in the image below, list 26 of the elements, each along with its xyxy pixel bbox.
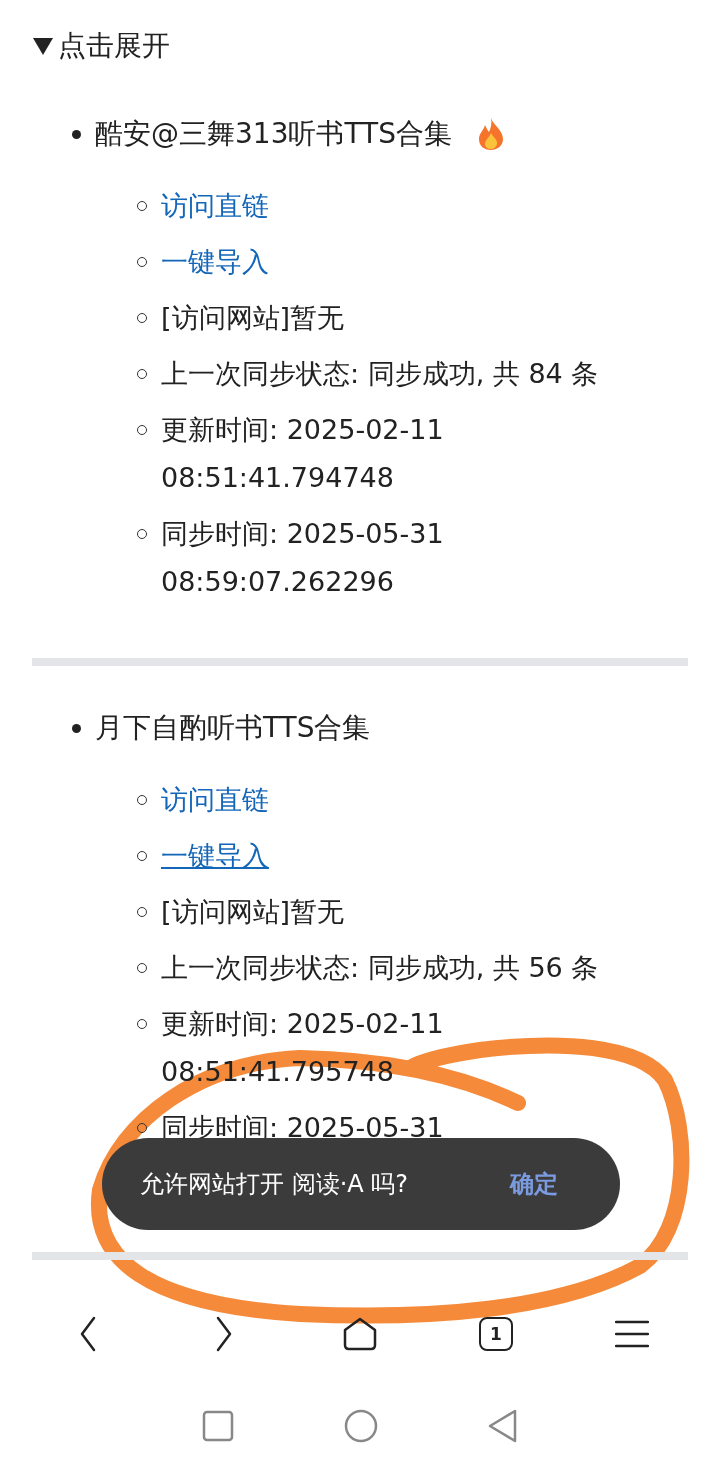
bullet-icon <box>72 723 81 733</box>
link[interactable]: 访问直链 <box>161 182 269 230</box>
toast-message: 允许网站打开 阅读·A 吗? <box>140 1169 409 1200</box>
info-text: 上一次同步状态: 同步成功, 共 84 条 <box>161 357 599 391</box>
bullet-icon <box>72 129 81 139</box>
recent-apps-icon[interactable] <box>202 1410 234 1442</box>
back-nav-icon[interactable] <box>488 1409 518 1443</box>
collection-title: 月下自酌听书TTS合集 <box>95 710 371 746</box>
info-text: [访问网站]暂无 <box>161 301 345 335</box>
back-icon[interactable] <box>78 1316 98 1352</box>
info-text: 上一次同步状态: 同步成功, 共 56 条 <box>161 951 599 985</box>
home-nav-icon[interactable] <box>344 1409 378 1443</box>
link[interactable]: 一键导入 <box>161 832 269 880</box>
link[interactable]: 一键导入 <box>161 238 269 286</box>
timestamp-text: 同步时间: 2025-05-31 08:59:07.262296 <box>161 517 445 599</box>
info-text: [访问网站]暂无 <box>161 895 345 929</box>
collection-title: 酷安@三舞313听书TTS合集 <box>95 116 452 152</box>
expanded-triangle-icon[interactable] <box>32 36 54 56</box>
forward-icon[interactable] <box>214 1316 234 1352</box>
timestamp-text: 更新时间: 2025-02-11 08:51:41.794748 <box>161 413 445 495</box>
summary-text[interactable]: 点击展开 <box>58 20 170 72</box>
confirm-button[interactable]: 确定 <box>510 1168 558 1200</box>
link[interactable]: 访问直链 <box>161 776 269 824</box>
menu-icon[interactable] <box>615 1319 649 1349</box>
tab-count-button[interactable]: 1 <box>479 1317 513 1351</box>
home-icon[interactable] <box>342 1316 378 1352</box>
